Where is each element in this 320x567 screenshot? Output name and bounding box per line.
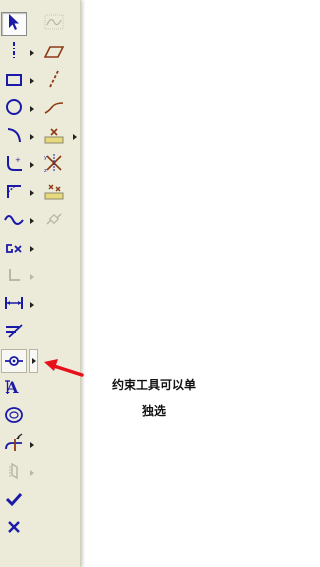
constraint-flyout-arrow[interactable] <box>29 349 38 373</box>
select-pointer-icon <box>6 13 22 35</box>
text-button[interactable]: A <box>1 377 27 401</box>
parallelogram-icon <box>43 44 65 63</box>
dimension-flyout-arrow[interactable] <box>29 293 35 317</box>
circle-button[interactable] <box>1 97 27 121</box>
cancel-button[interactable] <box>1 517 27 541</box>
centerline-flyout-arrow[interactable] <box>29 41 35 65</box>
svg-text:z: z <box>44 168 47 174</box>
corner-button <box>1 265 27 289</box>
palette-icon <box>4 406 24 428</box>
corner-flyout-arrow <box>29 265 35 289</box>
rectangle-button[interactable] <box>1 69 27 93</box>
chamfer-flyout-arrow[interactable] <box>29 181 35 205</box>
curve-button[interactable] <box>41 97 67 121</box>
annotation-arrow <box>38 356 86 386</box>
coordinate-system-icon <box>43 125 65 149</box>
construction-curve-button <box>41 12 67 36</box>
dashed-line-button[interactable] <box>41 69 67 93</box>
chamfer-icon <box>5 182 23 204</box>
sketch-toolbar: + A y z <box>0 0 81 567</box>
fillet-flyout-arrow[interactable] <box>29 153 35 177</box>
fillet-icon: + <box>4 154 24 176</box>
coordinate-system-button[interactable] <box>41 125 67 149</box>
annotation-text: 约束工具可以单 独选 <box>100 372 208 424</box>
rectangle-flyout-arrow[interactable] <box>29 69 35 93</box>
circle-icon <box>5 98 23 120</box>
mirror-icon <box>6 462 22 484</box>
svg-text:y: y <box>44 155 47 161</box>
circle-flyout-arrow[interactable] <box>29 97 35 121</box>
constraint-button[interactable] <box>1 349 27 373</box>
palette-points-button[interactable] <box>41 181 67 205</box>
dashed-line-icon <box>46 69 62 93</box>
trim-button[interactable] <box>1 433 27 457</box>
mirror-button <box>1 461 27 485</box>
check-icon <box>5 491 23 511</box>
point-flyout-arrow[interactable] <box>29 237 35 261</box>
parallelogram-button[interactable] <box>41 41 67 65</box>
constraint-icon <box>4 352 24 371</box>
chamfer-button[interactable] <box>1 181 27 205</box>
coordinate-system-flyout-arrow[interactable] <box>72 125 78 149</box>
accept-button[interactable] <box>1 489 27 513</box>
point-button[interactable] <box>1 237 27 261</box>
offset-button[interactable] <box>1 321 27 345</box>
point-icon <box>4 240 24 259</box>
dimension-icon <box>4 295 24 315</box>
centerline-button[interactable] <box>1 41 27 65</box>
centerline-icon <box>6 41 22 65</box>
link-icon <box>44 211 64 231</box>
text-icon: A <box>4 378 24 400</box>
annotation-line-2: 独选 <box>141 404 166 418</box>
trim-icon <box>4 433 24 457</box>
offset-icon <box>4 323 24 343</box>
spline-button[interactable] <box>1 209 27 233</box>
arc-flyout-arrow[interactable] <box>29 125 35 149</box>
spline-flyout-arrow[interactable] <box>29 209 35 233</box>
corner-icon <box>6 267 22 287</box>
palette-points-icon <box>43 181 65 205</box>
rectangle-icon <box>5 72 23 91</box>
modify-button[interactable]: yz <box>41 153 67 177</box>
modify-icon: yz <box>43 152 65 178</box>
annotation-line-1: 约束工具可以单 <box>111 378 196 392</box>
spline-icon <box>4 212 24 231</box>
palette-button[interactable] <box>1 405 27 429</box>
construction-curve-icon <box>44 14 64 34</box>
arc-icon <box>5 126 23 148</box>
select-pointer-button[interactable] <box>1 12 27 36</box>
curve-icon <box>44 100 64 119</box>
arc-button[interactable] <box>1 125 27 149</box>
link-button <box>41 209 67 233</box>
trim-flyout-arrow[interactable] <box>29 433 35 457</box>
svg-text:+: + <box>15 156 21 164</box>
dimension-button[interactable] <box>1 293 27 317</box>
fillet-button[interactable]: + <box>1 153 27 177</box>
cross-icon <box>6 519 22 539</box>
mirror-flyout-arrow <box>29 461 35 485</box>
